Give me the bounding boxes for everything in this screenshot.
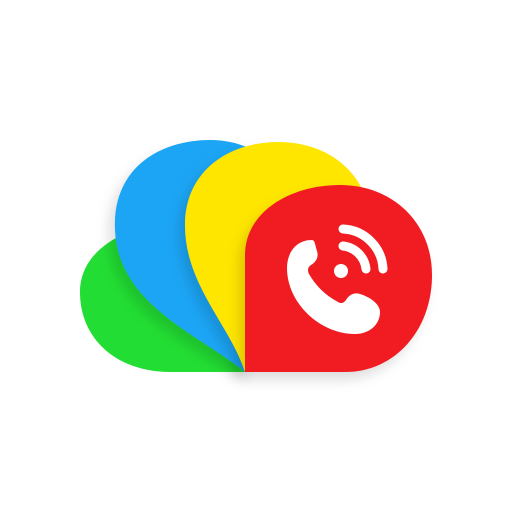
cloud-red-petal: [245, 185, 432, 372]
cloud-icon: [80, 140, 432, 372]
app-icon-canvas: [0, 0, 512, 512]
